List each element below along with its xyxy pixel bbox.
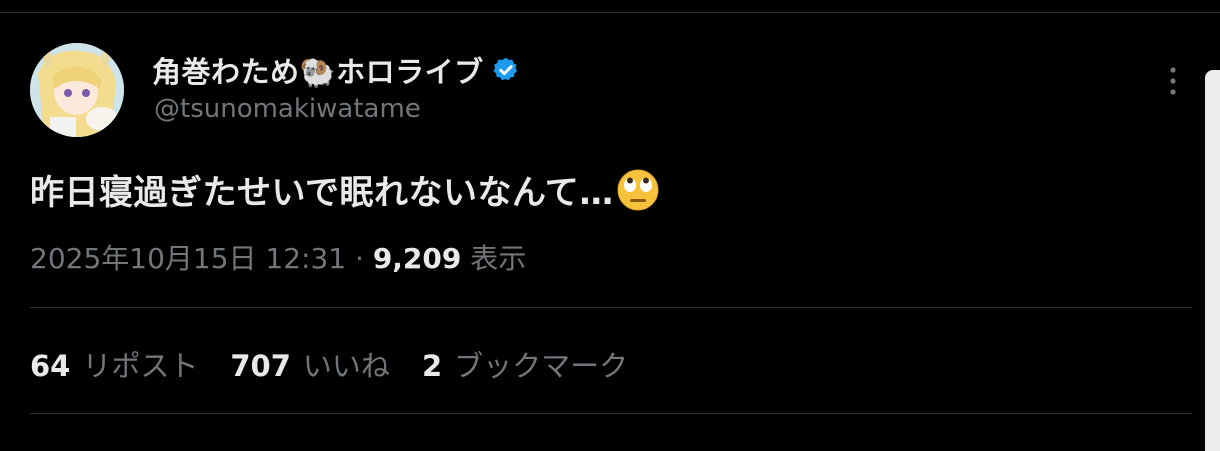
scrollbar[interactable] [1205,70,1220,451]
views-label: 表示 [470,242,527,275]
top-divider [0,12,1220,13]
stat-count: 64 [30,349,71,383]
more-options-icon[interactable] [1160,64,1186,98]
stat-count: 707 [230,349,291,383]
meta-separator: · [346,242,373,275]
stat-count: 2 [421,349,443,383]
stat-label: ブックマーク [454,349,629,383]
stat-bookmarks[interactable]: 2 ブックマーク [422,343,628,385]
verified-badge-icon [493,57,517,81]
display-name[interactable]: 角巻わため🐏ホロライブ [152,49,484,91]
timestamp[interactable]: 2025年10月15日 12:31 [30,242,346,275]
eye-roll-emoji-icon [617,169,659,211]
stat-reposts[interactable]: 64 リポスト [30,343,198,385]
divider [30,413,1192,414]
tweet-meta: 2025年10月15日 12:31 · 9,209 表示 [30,237,526,277]
stat-likes[interactable]: 707 いいね [230,343,390,385]
tweet-text: 昨日寝過ぎたせいで眠れないなんて… [30,165,660,214]
author-name-row[interactable]: 角巻わため🐏ホロライブ [152,50,520,90]
divider [30,307,1192,308]
stat-label: リポスト [82,349,199,383]
views-count: 9,209 [372,242,462,275]
stat-label: いいね [302,349,390,383]
tweet-body: 昨日寝過ぎたせいで眠れないなんて… [30,173,614,213]
avatar-image-icon [30,43,124,137]
avatar[interactable] [30,43,124,137]
engagement-stats: 64 リポスト 707 いいね 2 ブックマーク [30,343,660,385]
author-handle[interactable]: @tsunomakiwatame [154,94,421,124]
